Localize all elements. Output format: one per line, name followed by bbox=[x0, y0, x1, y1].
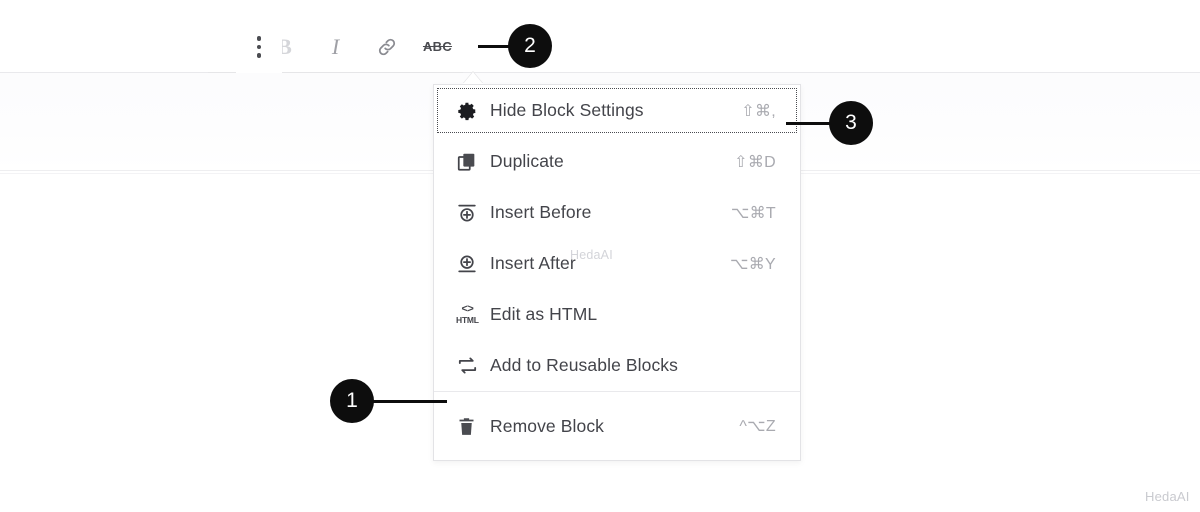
menu-item-label: Insert Before bbox=[490, 202, 592, 222]
add-to-reusable-blocks-item[interactable]: Add to Reusable Blocks bbox=[434, 340, 800, 391]
insert-after-item[interactable]: Insert After ⌥⌘Y bbox=[434, 238, 800, 289]
hide-block-settings-item[interactable]: Hide Block Settings ⇧⌘, bbox=[434, 85, 800, 136]
menu-item-label: Edit as HTML bbox=[490, 304, 598, 324]
callout-badge-3: 3 bbox=[829, 101, 873, 145]
block-options-dropdown: Hide Block Settings ⇧⌘, Duplicate ⇧⌘D In… bbox=[433, 84, 801, 461]
menu-item-label: Add to Reusable Blocks bbox=[490, 355, 679, 375]
watermark-corner: HedaAI bbox=[1145, 489, 1190, 504]
menu-item-shortcut: ⇧⌘D bbox=[734, 153, 776, 171]
italic-icon[interactable]: I bbox=[310, 21, 361, 72]
duplicate-icon bbox=[456, 151, 490, 173]
html-icon: <> HTML bbox=[456, 304, 490, 325]
background-rule-top bbox=[0, 72, 1200, 73]
trash-icon bbox=[456, 416, 490, 437]
more-options-button[interactable] bbox=[236, 21, 282, 73]
menu-item-shortcut: ⌥⌘T bbox=[730, 204, 776, 222]
remove-block-item[interactable]: Remove Block ^⌥Z bbox=[434, 392, 800, 460]
watermark-center: HedaAI bbox=[570, 248, 613, 262]
insert-before-icon bbox=[456, 202, 490, 224]
html-icon-text: HTML bbox=[456, 315, 479, 326]
menu-item-shortcut: ⇧⌘, bbox=[741, 102, 776, 120]
dropdown-caret bbox=[463, 72, 483, 84]
menu-item-label: Remove Block bbox=[490, 415, 605, 436]
strikethrough-icon[interactable]: ABC bbox=[412, 21, 463, 72]
callout-badge-1: 1 bbox=[330, 379, 374, 423]
callout-leader-1 bbox=[372, 400, 447, 403]
more-dot-1 bbox=[256, 36, 262, 41]
menu-item-shortcut: ⌥⌘Y bbox=[729, 255, 776, 273]
edit-as-html-item[interactable]: <> HTML Edit as HTML bbox=[434, 289, 800, 340]
menu-item-shortcut: ^⌥Z bbox=[739, 418, 776, 435]
html-chevrons: <> bbox=[461, 303, 474, 316]
duplicate-item[interactable]: Duplicate ⇧⌘D bbox=[434, 136, 800, 187]
insert-before-item[interactable]: Insert Before ⌥⌘T bbox=[434, 187, 800, 238]
menu-item-label: Hide Block Settings bbox=[490, 100, 644, 120]
gear-icon bbox=[456, 100, 490, 122]
insert-after-icon bbox=[456, 253, 490, 275]
menu-item-label: Duplicate bbox=[490, 151, 564, 171]
more-dot-2 bbox=[256, 44, 262, 50]
link-icon[interactable] bbox=[361, 21, 412, 72]
callout-badge-2: 2 bbox=[508, 24, 552, 68]
reusable-blocks-icon bbox=[456, 354, 490, 377]
more-dot-3 bbox=[256, 53, 262, 58]
